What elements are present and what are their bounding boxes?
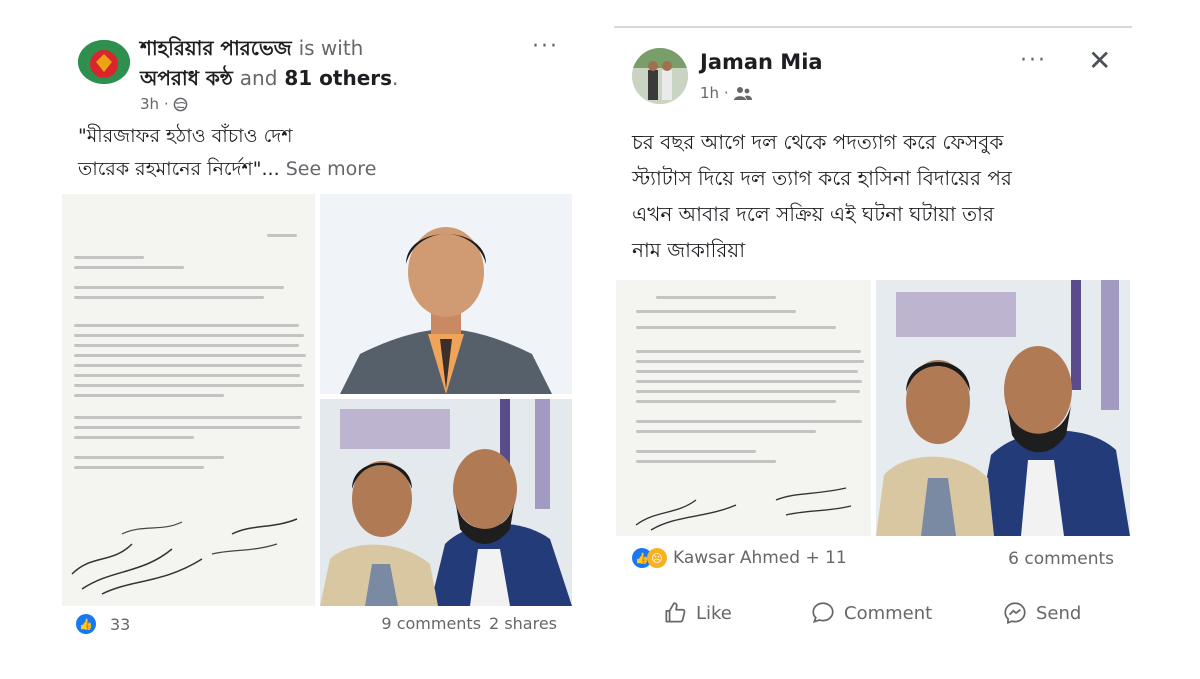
resignation-letter-image[interactable] bbox=[62, 194, 315, 606]
reaction-summary[interactable]: 👍 33 bbox=[76, 614, 130, 634]
comments-count-link[interactable]: 9 comments bbox=[381, 614, 481, 633]
reaction-count: 33 bbox=[110, 614, 131, 634]
comments-count-link[interactable]: 6 comments bbox=[1008, 549, 1114, 569]
globe-icon bbox=[173, 97, 187, 111]
author-line: শাহরিয়ার পারভেজ is with bbox=[140, 34, 363, 67]
tagged-page[interactable]: অপরাধ কন্ঠ bbox=[140, 66, 233, 90]
portrait-photo[interactable] bbox=[320, 194, 572, 394]
author-name[interactable]: Jaman Mia bbox=[700, 50, 823, 74]
post-image-grid[interactable] bbox=[62, 194, 572, 606]
right-post: Jaman Mia 1h · ··· ✕ চর বছর আগে দল থেকে … bbox=[614, 26, 1132, 656]
comment-button[interactable]: Comment bbox=[810, 600, 932, 626]
like-label: Like bbox=[696, 602, 732, 624]
post-meta: 3h · bbox=[140, 95, 188, 113]
send-button[interactable]: Send bbox=[1002, 600, 1081, 626]
more-options-button[interactable]: ··· bbox=[1020, 48, 1047, 73]
comment-label: Comment bbox=[844, 602, 933, 624]
post-text: চর বছর আগে দল থেকে পদত্যাগ করে ফেসবুক স্… bbox=[632, 124, 1012, 268]
post-meta: 1h · bbox=[700, 84, 753, 102]
author-avatar[interactable] bbox=[78, 40, 130, 84]
engagement-counts: 9 comments 2 shares bbox=[381, 614, 557, 633]
left-post: শাহরিয়ার পারভেজ is with অপরাধ কন্ঠ and … bbox=[60, 28, 575, 648]
reaction-summary[interactable]: 👍 ☹ Kawsar Ahmed + 11 bbox=[632, 548, 847, 568]
like-reaction-icon: 👍 bbox=[76, 614, 96, 634]
post-text-line: নাম জাকারিয়া bbox=[632, 238, 745, 262]
post-text-line: চর বছর আগে দল থেকে পদত্যাগ করে ফেসবুক bbox=[632, 130, 1004, 154]
messenger-icon bbox=[1004, 602, 1026, 625]
thumbs-up-icon bbox=[665, 602, 686, 623]
send-label: Send bbox=[1036, 602, 1082, 624]
sad-reaction-icon: ☹ bbox=[647, 548, 667, 568]
like-button[interactable]: Like bbox=[662, 600, 732, 626]
see-more-link[interactable]: See more bbox=[286, 158, 377, 180]
post-text-line: "মীরজাফর হঠাও বাঁচাও দেশ bbox=[78, 125, 293, 147]
reactions-names: Kawsar Ahmed + 11 bbox=[673, 548, 847, 568]
post-text: "মীরজাফর হঠাও বাঁচাও দেশ তারেক রহমানের ন… bbox=[78, 120, 376, 186]
and-text: and bbox=[239, 66, 278, 90]
post-image[interactable] bbox=[616, 280, 1130, 536]
friends-icon bbox=[733, 86, 752, 100]
post-time[interactable]: 1h · bbox=[700, 84, 729, 102]
post-text-line: স্ট্যাটাস দিয়ে দল ত্যাগ করে হাসিনা বিদা… bbox=[632, 166, 1012, 190]
comment-icon bbox=[812, 602, 834, 624]
author-name[interactable]: শাহরিয়ার পারভেজ bbox=[140, 36, 292, 60]
shares-count-link[interactable]: 2 shares bbox=[489, 614, 557, 633]
with-text: is with bbox=[298, 36, 364, 60]
period: . bbox=[392, 66, 399, 90]
post-time[interactable]: 3h · bbox=[140, 95, 169, 113]
close-icon[interactable]: ✕ bbox=[1088, 44, 1111, 77]
tagged-line: অপরাধ কন্ঠ and 81 others. bbox=[140, 64, 398, 97]
post-text-line: তারেক রহমানের নির্দেশ"... See more bbox=[78, 158, 377, 180]
post-text-line: এখন আবার দলে সক্রিয় এই ঘটনা ঘটায়া তার bbox=[632, 202, 994, 226]
resignation-letter-image[interactable] bbox=[616, 280, 871, 536]
more-options-button[interactable]: ··· bbox=[532, 34, 559, 59]
author-avatar[interactable] bbox=[632, 48, 688, 104]
selfie-photo[interactable] bbox=[876, 280, 1130, 536]
selfie-photo[interactable] bbox=[320, 399, 572, 606]
others-link[interactable]: 81 others bbox=[284, 66, 392, 90]
